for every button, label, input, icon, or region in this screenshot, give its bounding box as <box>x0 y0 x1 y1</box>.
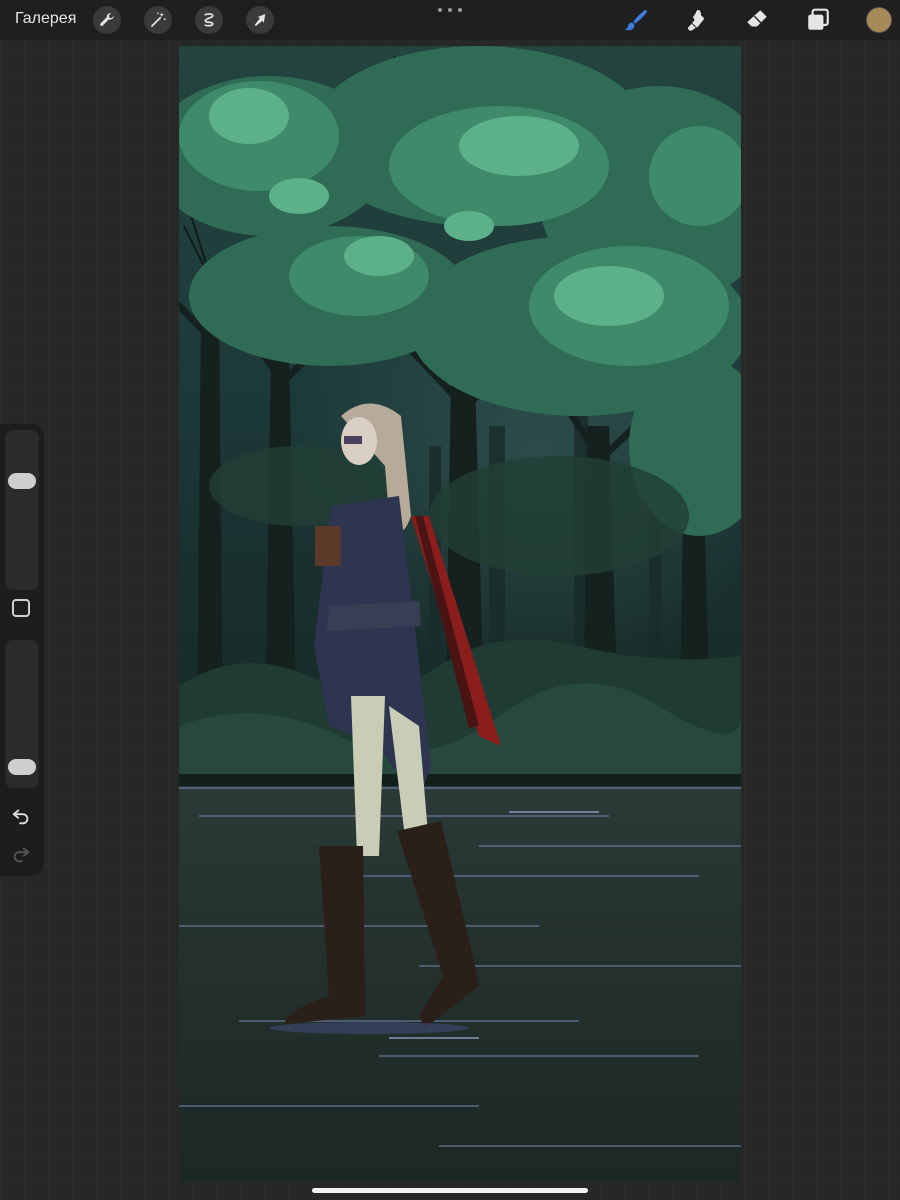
brush-size-slider[interactable] <box>5 430 39 590</box>
dot <box>458 8 462 12</box>
artwork-forest-scene <box>179 46 741 1182</box>
home-indicator <box>312 1188 588 1193</box>
magic-wand-icon <box>151 12 166 27</box>
dot <box>438 8 442 12</box>
smudge-icon <box>687 10 704 31</box>
gallery-button[interactable]: Галерея <box>15 8 76 30</box>
brush-icon <box>624 9 648 31</box>
procreate-workspace: Галерея <box>0 0 900 1200</box>
modify-button[interactable] <box>12 599 30 617</box>
top-toolbar: Галерея <box>0 0 900 40</box>
brush-opacity-slider[interactable] <box>5 640 39 788</box>
paint-tool-button[interactable] <box>620 6 650 34</box>
adjustments-button[interactable] <box>144 6 172 34</box>
side-toolbar <box>0 424 44 876</box>
transform-button[interactable] <box>246 6 274 34</box>
brush-opacity-slider-handle[interactable] <box>8 758 36 775</box>
selection-icon <box>204 13 214 27</box>
undo-button[interactable] <box>9 804 33 828</box>
brush-size-slider-handle[interactable] <box>8 473 36 490</box>
color-picker-button[interactable] <box>866 7 892 33</box>
drawing-canvas[interactable] <box>179 46 741 1182</box>
undo-icon <box>12 809 29 825</box>
redo-button[interactable] <box>9 842 33 866</box>
layers-icon <box>808 8 829 30</box>
eraser-tool-button[interactable] <box>742 6 772 34</box>
wrench-icon <box>100 13 114 26</box>
arrow-cursor-icon <box>254 14 266 26</box>
dot <box>448 8 452 12</box>
layers-button[interactable] <box>803 6 833 34</box>
eraser-icon <box>747 10 767 27</box>
actions-button[interactable] <box>93 6 121 34</box>
smudge-tool-button[interactable] <box>681 6 711 34</box>
redo-icon <box>13 847 30 863</box>
more-options-button[interactable] <box>438 4 462 16</box>
selection-button[interactable] <box>195 6 223 34</box>
